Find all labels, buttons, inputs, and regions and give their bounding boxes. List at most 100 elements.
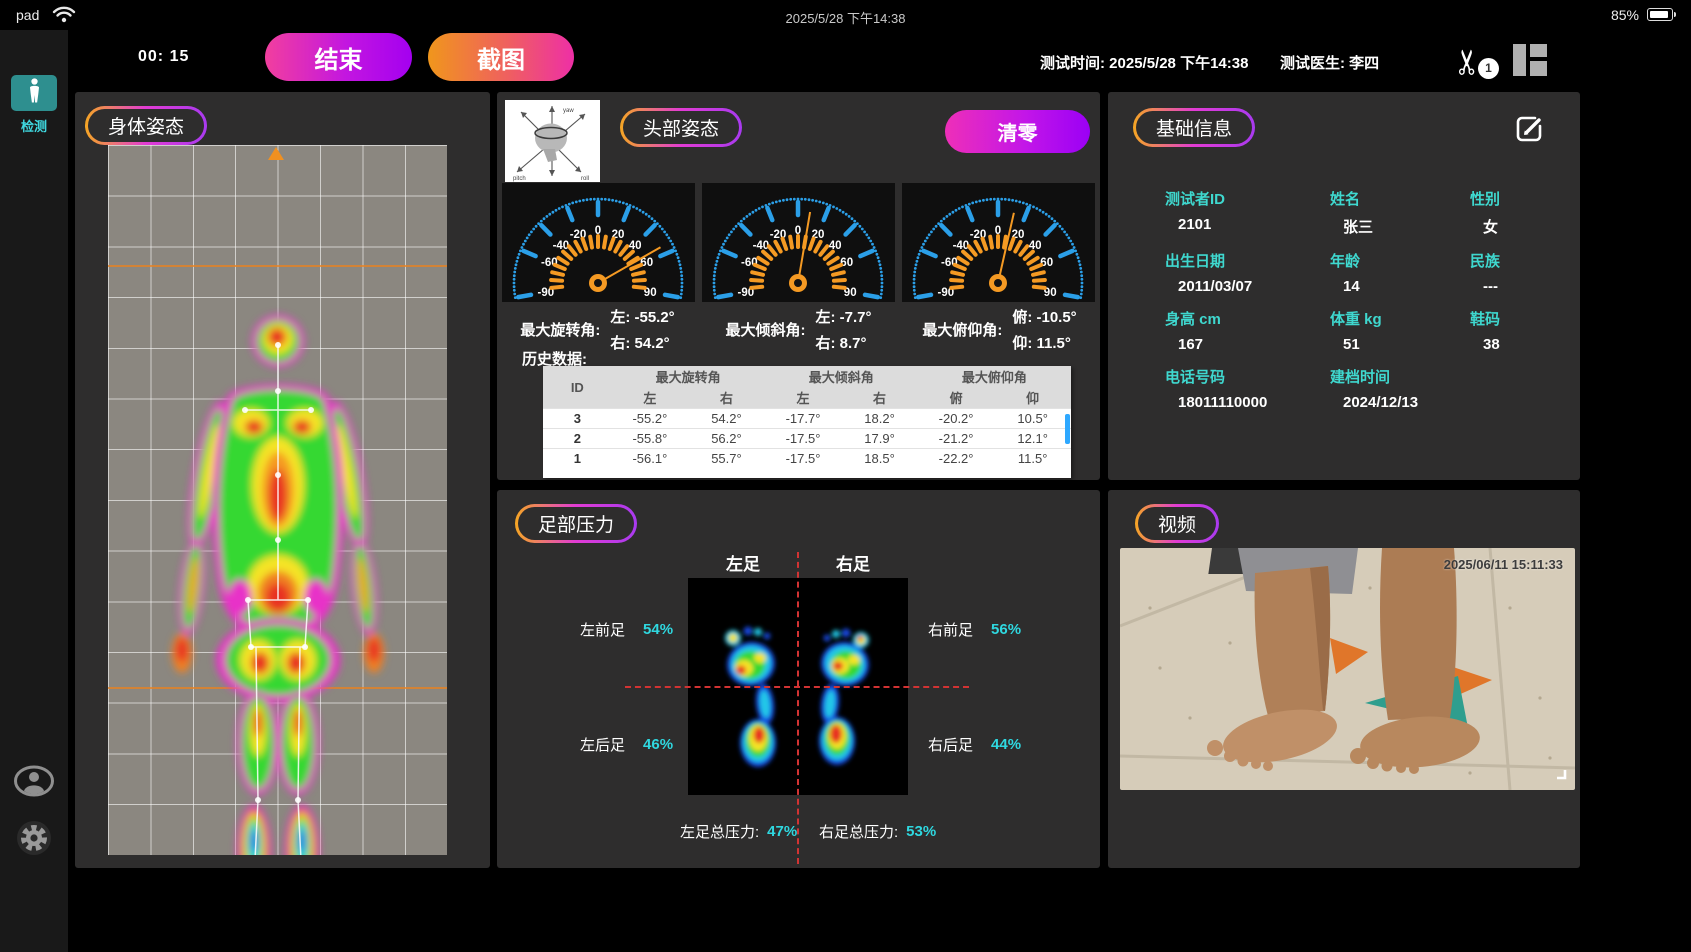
col-id: ID [543,366,612,409]
history-cell: -55.8° [612,429,689,449]
history-cell: 54.2° [688,409,765,429]
info-field-value: 38 [1470,336,1550,353]
svg-text:60: 60 [1040,257,1053,269]
edit-icon[interactable] [1514,114,1544,144]
max-rotation-angle: 最大旋转角: 左: -55.2° 右: 54.2° [497,306,698,353]
col-group-tilt: 最大倾斜角 [765,366,918,387]
sidebar: 检测 [0,30,68,952]
max-tilt-angle: 最大倾斜角: 左: -7.7° 右: 8.7° [698,306,899,353]
history-cell: 2 [543,429,612,449]
status-bar: pad 2025/5/28 下午14:38 85% [0,0,1691,30]
history-cell: 10.5° [994,409,1071,429]
body-heatmap-view [108,145,447,855]
history-cell: 55.7° [688,449,765,469]
video-title: 视频 [1135,504,1219,543]
info-field: 姓名张三 [1330,188,1470,237]
basic-info-panel: 基础信息 测试者ID2101姓名张三性别女出生日期2011/03/07年龄14民… [1108,92,1580,480]
info-field: 测试者ID 2101 [1165,188,1330,237]
user-avatar-icon[interactable] [14,765,54,803]
table-row: 2-55.8°56.2°-17.5°17.9°-21.2°12.1° [543,429,1071,449]
info-field: 民族--- [1470,250,1550,295]
right-total-pressure: 右足总压力:53% [819,821,936,842]
info-field-label: 体重 kg [1330,308,1470,329]
info-field-value: 2011/03/07 [1165,278,1330,295]
subcol: 仰 [994,387,1071,409]
foot-pressure-title: 足部压力 [515,504,637,543]
basic-info-title: 基础信息 [1133,108,1255,147]
crosshair-horizontal [625,686,969,688]
head-posture-panel: yawpitchroll 头部姿态 清零 -90-60-40-200204060… [497,92,1100,480]
history-cell: 3 [543,409,612,429]
video-timestamp: 2025/06/11 15:11:33 [1444,557,1563,572]
settings-gear-icon[interactable] [14,818,54,863]
info-field: 身高 cm167 [1165,308,1330,353]
crosshair-vertical [797,552,799,864]
subcol: 右 [688,387,765,409]
right-forefoot: 右前足56% [928,619,1021,640]
svg-text:pitch: pitch [513,176,526,182]
left-total-pressure: 左足总压力:47% [680,821,797,842]
info-grid: 测试者ID2101姓名张三性别女出生日期2011/03/07年龄14民族---身… [1165,188,1560,411]
col-group-pitch: 最大俯仰角 [918,366,1071,387]
history-cell: 1 [543,449,612,469]
person-icon [27,77,42,109]
expand-icon[interactable] [1551,764,1567,785]
info-field: 体重 kg 51 [1330,308,1470,353]
session-timer: 00: 15 [138,48,189,66]
head-posture-title: 头部姿态 [620,108,742,147]
test-time: 测试时间: 2025/5/28 下午14:38 [1040,52,1248,73]
history-cell: -17.5° [765,429,842,449]
body-posture-title: 身体姿态 [85,106,207,145]
svg-text:40: 40 [829,240,842,252]
body-heatmap [108,145,447,855]
info-field-value: 2101 [1165,216,1330,233]
info-field: 出生日期 2011/03/07 [1165,250,1330,295]
info-field-label: 出生日期 [1165,250,1330,271]
max-pitch-angle: 最大俯仰角: 俯: -10.5° 仰: 11.5° [899,306,1100,353]
end-button[interactable]: 结束 [265,33,412,81]
gauge-pitch: -90-60-40-20020406090 [902,183,1095,302]
status-datetime: 2025/5/28 下午14:38 [0,8,1691,27]
right-rearfoot: 右后足44% [928,734,1021,755]
app-root: pad 2025/5/28 下午14:38 85% 检测 [0,0,1691,952]
test-doctor: 测试医生: 李四 [1280,52,1379,73]
capture-button[interactable]: 截图 [428,33,574,81]
info-field-label: 身高 cm [1165,308,1330,329]
history-cell: 18.5° [841,449,918,469]
info-field-label: 鞋码 [1470,308,1550,329]
info-field-label: 姓名 [1330,188,1470,209]
info-field-label: 测试者ID [1165,188,1330,209]
history-cell: -55.2° [612,409,689,429]
left-rearfoot: 左后足46% [580,734,673,755]
info-field-value: 51 [1330,336,1470,353]
history-cell: -17.5° [765,449,842,469]
info-field: 年龄14 [1330,250,1470,295]
reset-button[interactable]: 清零 [945,110,1090,153]
video-panel: 视频 [1108,490,1580,868]
history-cell: -20.2° [918,409,995,429]
table-row: 1-56.1°55.7°-17.5°18.5°-22.2°11.5° [543,449,1071,469]
info-field-label: 性别 [1470,188,1550,209]
svg-text:-40: -40 [553,240,570,252]
left-forefoot: 左前足54% [580,619,673,640]
info-field-label: 民族 [1470,250,1550,271]
layout-grid-icon[interactable] [1513,44,1547,76]
svg-text:60: 60 [840,257,853,269]
info-field: 电话号码18011110000 [1165,366,1330,411]
col-group-rotation: 最大旋转角 [612,366,765,387]
table-scrollbar[interactable] [1065,414,1070,444]
info-field-label: 年龄 [1330,250,1470,271]
battery-percent: 85% [1611,7,1639,23]
sidebar-item-detect[interactable] [11,75,57,111]
history-cell: 56.2° [688,429,765,449]
info-field-value: 18011110000 [1165,394,1330,411]
video-frame: 2025/06/11 15:11:33 [1120,548,1575,790]
right-foot-label: 右足 [823,550,883,575]
gauge-tilt: -90-60-40-20020406090 [702,183,895,302]
table-row: 3-55.2°54.2°-17.7°18.2°-20.2°10.5° [543,409,1071,429]
scissors-badge: 1 [1478,58,1499,79]
subcol: 左 [765,387,842,409]
history-cell: 17.9° [841,429,918,449]
head-axes-diagram: yawpitchroll [505,100,600,182]
info-field-label: 建档时间 [1330,366,1470,387]
